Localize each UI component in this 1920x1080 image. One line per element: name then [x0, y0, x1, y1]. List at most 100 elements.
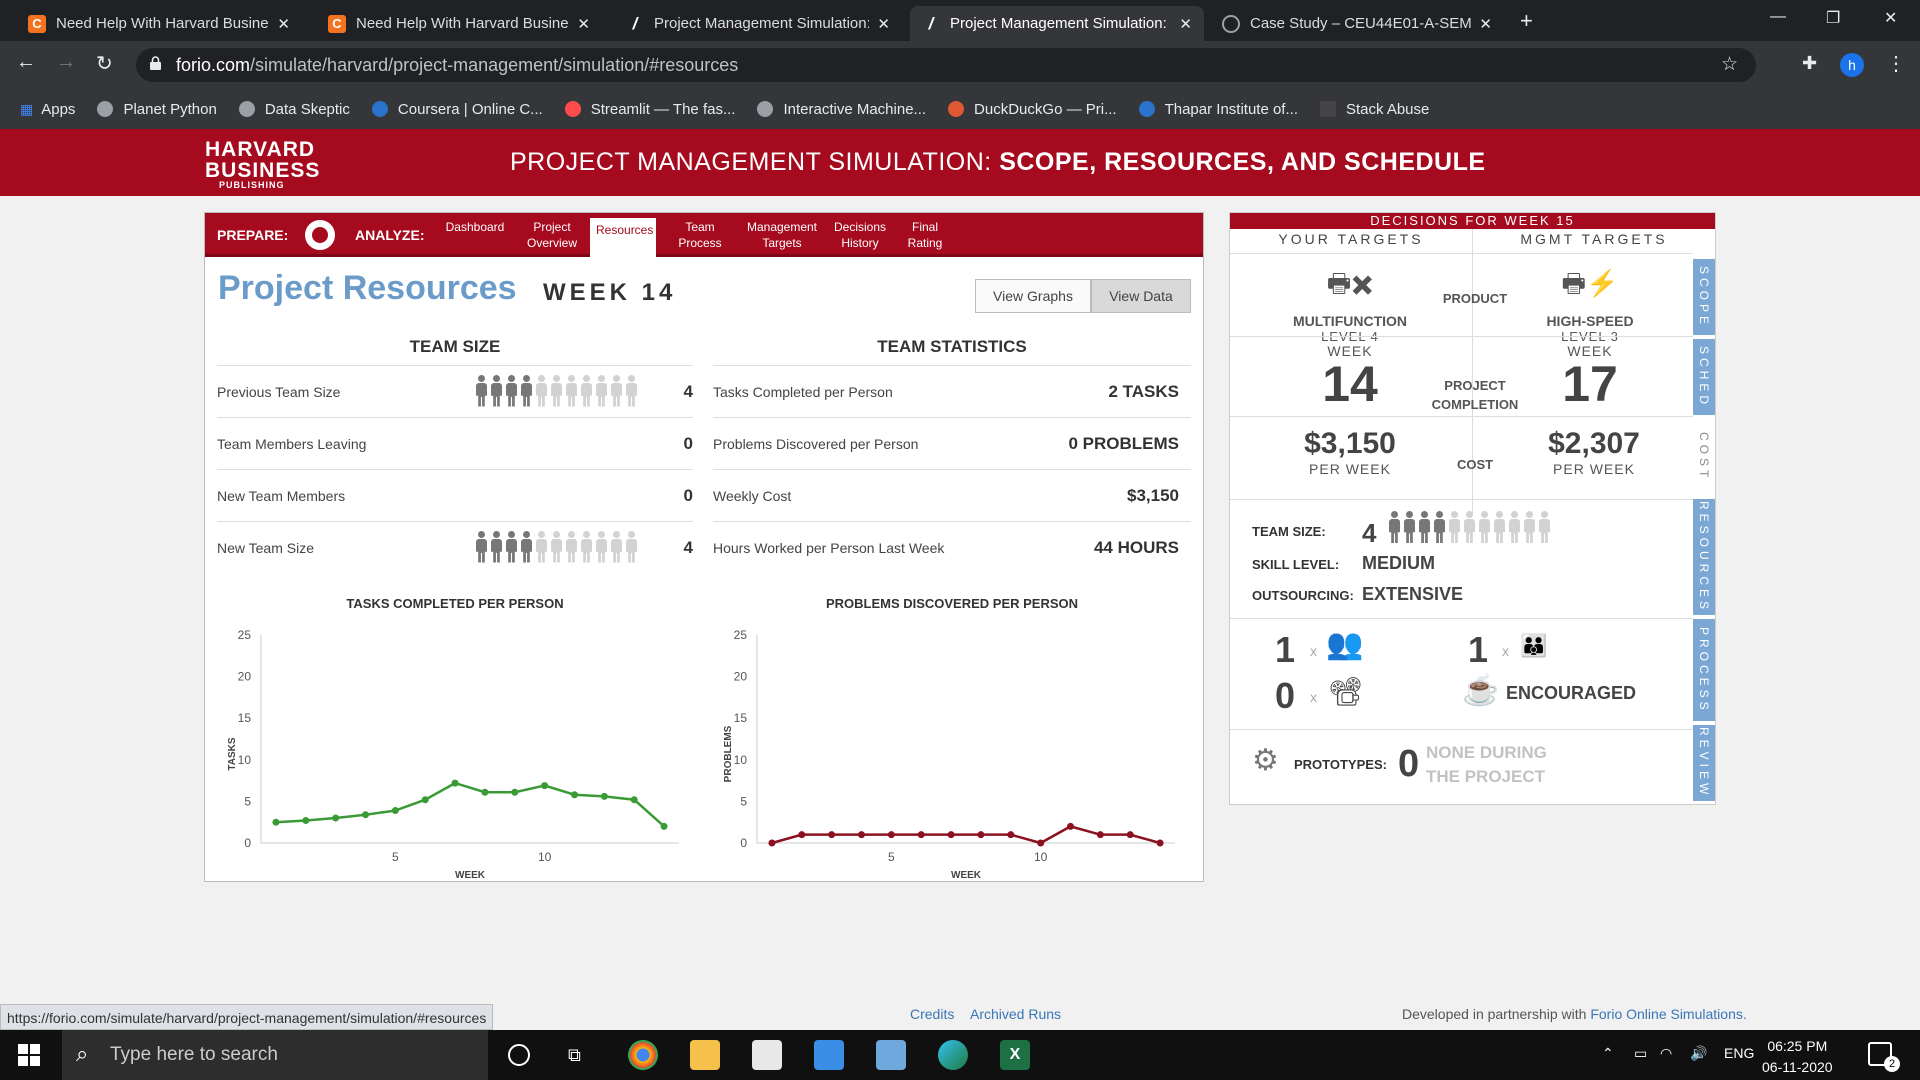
- lifering-icon[interactable]: [305, 220, 335, 250]
- per-week: PER WEEK: [1553, 461, 1635, 477]
- bookmark-label: Planet Python: [123, 100, 217, 118]
- bookmark-star-icon[interactable]: ☆: [1721, 53, 1738, 76]
- nav-management-targets[interactable]: Management Targets: [737, 219, 827, 251]
- bookmark-item[interactable]: Stack Abuse: [1319, 101, 1429, 118]
- close-icon[interactable]: ✕: [877, 15, 890, 33]
- tab-title: Need Help With Harvard Busines: [56, 15, 270, 32]
- bookmark-apps[interactable]: ▦ Apps: [20, 101, 75, 118]
- row-value: 0 PROBLEMS: [1068, 433, 1179, 453]
- data-point: [571, 791, 578, 799]
- language-indicator[interactable]: ENG: [1724, 1045, 1754, 1061]
- bookmark-item[interactable]: Data Skeptic: [238, 101, 350, 118]
- excel-icon[interactable]: X: [1000, 1040, 1030, 1070]
- view-graphs-button[interactable]: View Graphs: [975, 279, 1091, 313]
- browser-tab[interactable]: C Need Help With Harvard Busines ✕: [316, 6, 602, 41]
- menu-icon[interactable]: ⋮: [1886, 51, 1906, 76]
- side-tab-resources[interactable]: RESOURCES: [1693, 499, 1715, 615]
- skill-label: SKILL LEVEL:: [1252, 557, 1340, 572]
- x-tick-label: 5: [888, 850, 895, 864]
- tray-chevron-icon[interactable]: ⌃: [1602, 1045, 1614, 1062]
- person-icon: [550, 374, 563, 409]
- your-cost-cell: $3,150 PER WEEK: [1280, 427, 1420, 477]
- volume-icon[interactable]: 🔊: [1690, 1045, 1707, 1062]
- profile-avatar[interactable]: h: [1840, 53, 1864, 77]
- side-tab-cost[interactable]: COST: [1693, 419, 1715, 495]
- window-close-icon[interactable]: ✕: [1884, 8, 1897, 28]
- minimize-icon[interactable]: —: [1770, 8, 1786, 26]
- bookmark-item[interactable]: Streamlit — The fas...: [564, 101, 735, 118]
- bookmark-item[interactable]: DuckDuckGo — Pri...: [948, 101, 1117, 118]
- nav-final-rating[interactable]: Final Rating: [895, 219, 955, 251]
- wifi-icon[interactable]: ◠: [1660, 1045, 1672, 1062]
- file-explorer-icon[interactable]: [690, 1040, 720, 1070]
- data-point: [917, 831, 925, 839]
- taskbar-search-input[interactable]: ⌕ Type here to search: [62, 1030, 488, 1080]
- row-value: 0: [683, 433, 693, 453]
- overtime-value: ENCOURAGED: [1506, 683, 1637, 703]
- person-icon: [1523, 511, 1536, 545]
- nav-decisions-history[interactable]: Decisions History: [825, 219, 895, 251]
- nav-dashboard[interactable]: Dashboard: [445, 219, 505, 235]
- edge-icon[interactable]: [938, 1040, 968, 1070]
- row-value: $3,150: [1127, 485, 1179, 505]
- side-tab-review[interactable]: REVIEW: [1693, 725, 1715, 801]
- url-input[interactable]: forio.com/simulate/harvard/project-manag…: [136, 48, 1756, 82]
- restore-icon[interactable]: ❐: [1826, 8, 1840, 28]
- data-point: [1156, 839, 1164, 847]
- close-icon[interactable]: ✕: [1179, 15, 1192, 33]
- bookmark-item[interactable]: Thapar Institute of...: [1138, 101, 1298, 118]
- bookmark-item[interactable]: Planet Python: [97, 100, 217, 118]
- your-week: 14: [1322, 356, 1378, 412]
- problems-chart: 0 5 10 15 20 25 5 10 WEEK PROBLEMS: [723, 628, 1175, 878]
- clock[interactable]: 06:25 PM 06-11-2020: [1762, 1036, 1833, 1078]
- x-tick-label: 10: [1034, 850, 1048, 864]
- team-table-icon: 👪: [1520, 633, 1548, 658]
- person-icon: [610, 530, 623, 565]
- browser-tab[interactable]: / Project Management Simulation: ✕: [614, 6, 902, 41]
- windows-start-icon[interactable]: [18, 1044, 40, 1066]
- view-data-button[interactable]: View Data: [1091, 279, 1191, 313]
- extensions-icon[interactable]: ✚: [1802, 53, 1817, 74]
- forio-link[interactable]: Forio Online Simulations.: [1590, 1006, 1746, 1022]
- meeting-people-icon: 👥: [1326, 628, 1364, 661]
- battery-icon[interactable]: ▭: [1634, 1045, 1647, 1062]
- mgmt-targets-heading: MGMT TARGETS: [1520, 231, 1668, 247]
- prototypes-note: NONE DURING THE PROJECT: [1426, 741, 1547, 789]
- team-size-row: Team Members Leaving 0: [217, 417, 693, 469]
- browser-tab[interactable]: Case Study – CEU44E01-A-SEM1 ✕: [1210, 6, 1504, 41]
- store-icon[interactable]: [752, 1040, 782, 1070]
- page-title: Project Resources: [218, 269, 517, 307]
- nav-team-process[interactable]: Team Process: [665, 219, 735, 251]
- chrome-icon[interactable]: [628, 1040, 658, 1070]
- close-icon[interactable]: ✕: [1479, 15, 1492, 33]
- nav-line: Process: [678, 236, 722, 250]
- task-view-icon[interactable]: ⧉: [568, 1045, 581, 1066]
- archived-runs-link[interactable]: Archived Runs: [970, 1006, 1061, 1022]
- gears-icon: ⚙: [1252, 744, 1279, 777]
- browser-tab[interactable]: C Need Help With Harvard Busines ✕: [16, 6, 302, 41]
- close-icon[interactable]: ✕: [277, 15, 290, 33]
- bookmark-item[interactable]: Coursera | Online C...: [371, 101, 543, 118]
- training-presentation-icon: 📽: [1328, 676, 1364, 707]
- mail-icon[interactable]: [814, 1040, 844, 1070]
- back-icon[interactable]: ←: [16, 51, 36, 74]
- close-icon[interactable]: ✕: [577, 15, 590, 33]
- tab-title: Need Help With Harvard Busines: [356, 15, 570, 32]
- row-label: Tasks Completed per Person: [713, 383, 893, 400]
- browser-tab-active[interactable]: / Project Management Simulation: ✕: [910, 6, 1204, 41]
- new-tab-button[interactable]: +: [1520, 8, 1533, 34]
- reload-icon[interactable]: ↻: [96, 51, 113, 76]
- side-tab-scope[interactable]: SCOPE: [1693, 259, 1715, 335]
- x-tick-label: 10: [538, 850, 552, 864]
- side-tab-sched[interactable]: SCHED: [1693, 339, 1715, 415]
- cortana-icon[interactable]: [508, 1044, 530, 1066]
- duckduckgo-icon: [948, 101, 965, 117]
- nav-resources[interactable]: Resources: [590, 218, 656, 259]
- side-tab-process[interactable]: PROCESS: [1693, 619, 1715, 721]
- data-point: [481, 788, 489, 796]
- forward-icon[interactable]: →: [56, 51, 76, 74]
- nav-project-overview[interactable]: Project Overview: [517, 219, 587, 251]
- credits-link[interactable]: Credits: [910, 1006, 954, 1022]
- contacts-icon[interactable]: [876, 1040, 906, 1070]
- bookmark-item[interactable]: Interactive Machine...: [757, 101, 926, 118]
